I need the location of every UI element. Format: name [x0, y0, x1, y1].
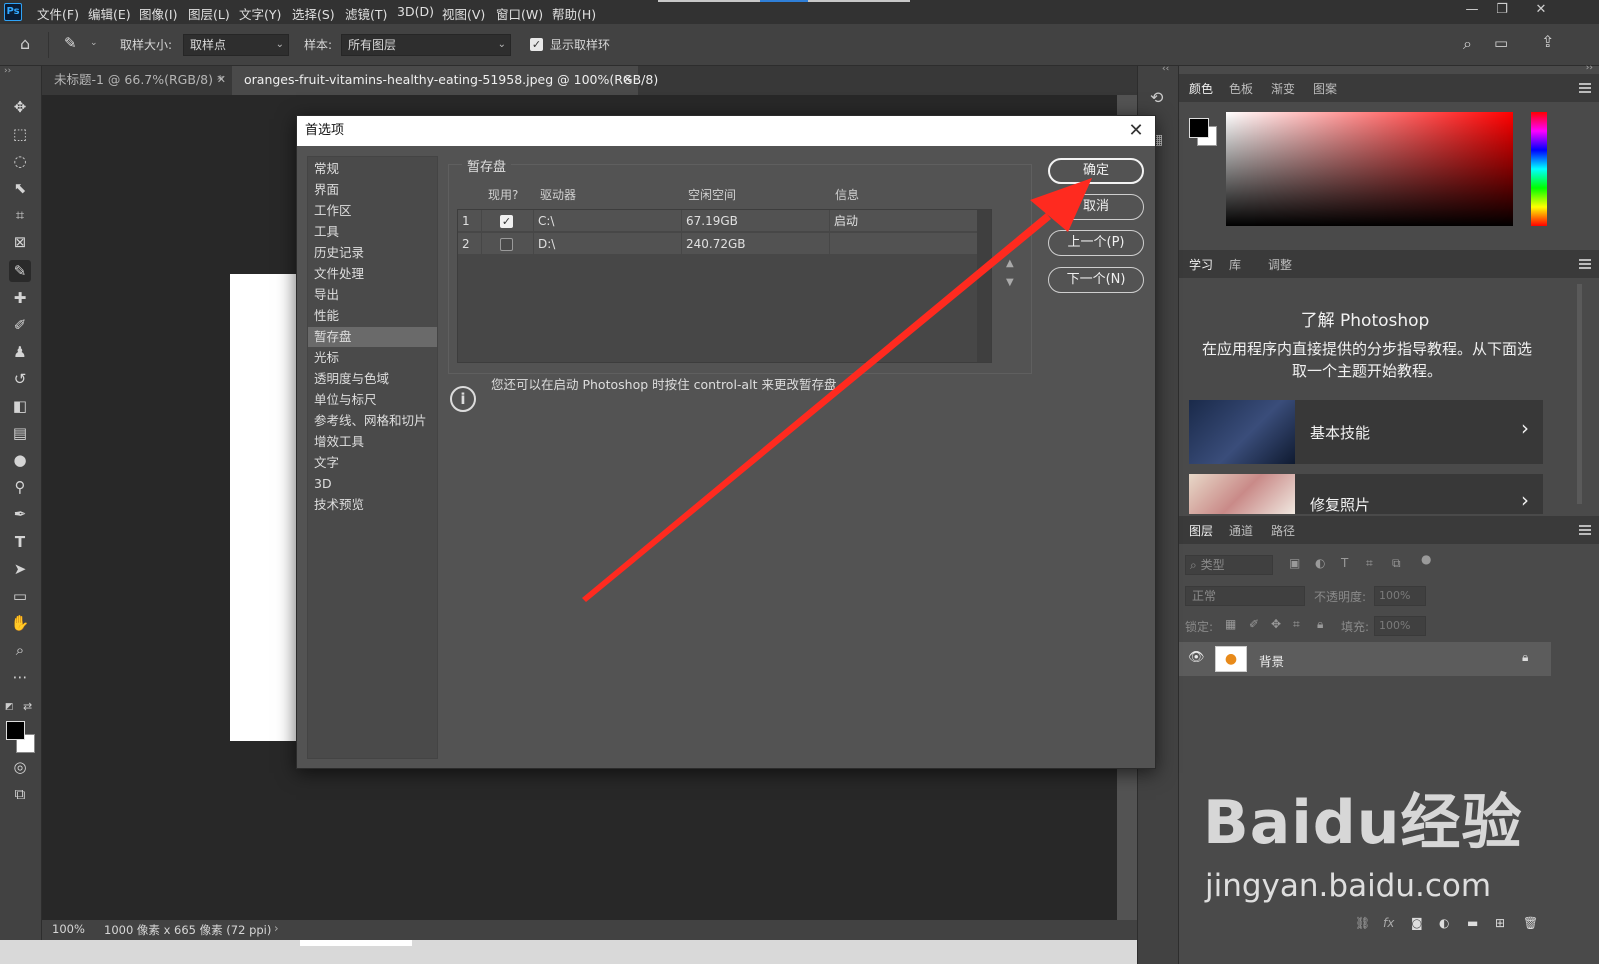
annotation-arrow — [582, 178, 1092, 602]
arrow-shaft — [582, 213, 1051, 602]
